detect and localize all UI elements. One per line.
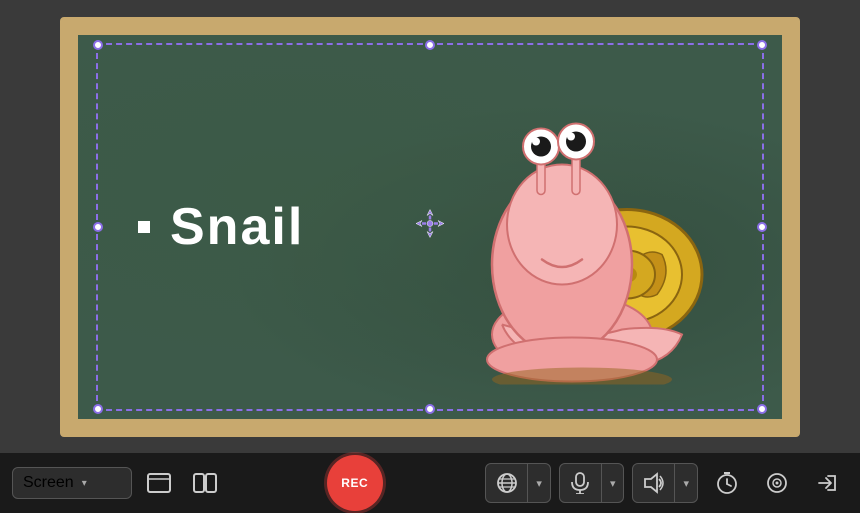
exit-icon xyxy=(816,472,838,494)
snail-text-area: Snail xyxy=(138,197,304,257)
speaker-button-group: ▾ xyxy=(632,463,698,503)
bullet-point xyxy=(138,221,150,233)
chalkboard: Snail xyxy=(60,17,800,437)
chalkboard-inner: Snail xyxy=(78,35,782,419)
mic-button-group: ▾ xyxy=(559,463,625,503)
rec-button[interactable]: REC xyxy=(327,455,383,511)
camera-button[interactable] xyxy=(756,464,798,502)
timer-button[interactable] xyxy=(706,464,748,502)
layout-split-button[interactable] xyxy=(186,464,224,502)
exit-button[interactable] xyxy=(806,464,848,502)
screen-label: Screen xyxy=(23,474,74,492)
network-chevron[interactable]: ▾ xyxy=(528,464,550,502)
canvas-area: Snail xyxy=(0,0,860,453)
speaker-button[interactable] xyxy=(633,464,675,502)
layout-window-button[interactable] xyxy=(140,464,178,502)
split-layout-icon xyxy=(193,473,217,493)
mic-icon xyxy=(570,472,590,494)
window-layout-icon xyxy=(147,473,171,493)
chevron-down-icon: ▾ xyxy=(82,478,87,489)
rec-label: REC xyxy=(341,476,368,490)
mic-button[interactable] xyxy=(560,464,602,502)
speaker-chevron[interactable]: ▾ xyxy=(675,464,697,502)
clock-icon xyxy=(716,472,738,494)
snail-svg xyxy=(442,64,722,384)
camera-icon xyxy=(766,472,788,494)
toolbar: Screen ▾ REC ▾ xyxy=(0,453,860,513)
network-button-group: ▾ xyxy=(485,463,551,503)
snail-character xyxy=(442,64,722,389)
screen-dropdown[interactable]: Screen ▾ xyxy=(12,467,132,499)
network-button[interactable] xyxy=(486,464,528,502)
mic-chevron[interactable]: ▾ xyxy=(602,464,624,502)
speaker-icon xyxy=(643,472,665,494)
globe-icon xyxy=(496,472,518,494)
snail-label: Snail xyxy=(170,197,304,257)
